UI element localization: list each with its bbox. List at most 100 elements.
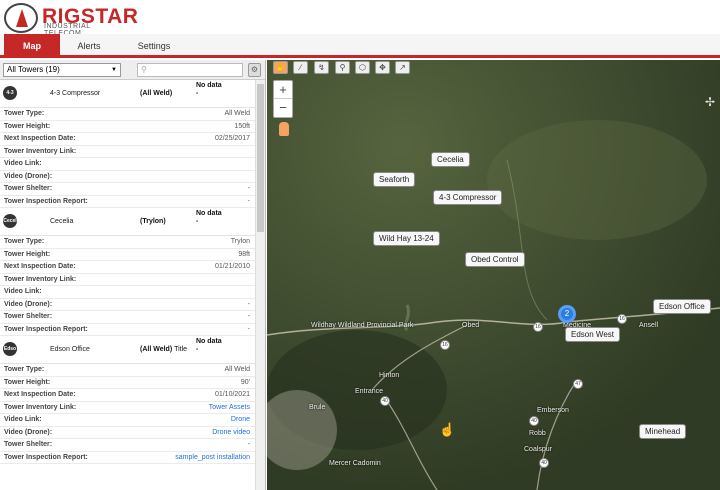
compass-icon: ✢ bbox=[705, 95, 716, 109]
tower-item[interactable]: Cecel Cecelia (Trylon) No data - Tower Ty… bbox=[0, 208, 256, 336]
hand-icon[interactable]: ✋ bbox=[273, 61, 288, 74]
tower-filter-value: All Towers (19) bbox=[7, 65, 60, 74]
place-label: Wildhay Wildland Provincial Park bbox=[311, 322, 414, 329]
status-text: No data bbox=[196, 338, 222, 345]
tower-name: Cecelia bbox=[50, 218, 74, 225]
hand-cursor-icon: ☝ bbox=[439, 422, 456, 437]
tab-map[interactable]: Map bbox=[4, 34, 60, 58]
inspection-report-row: Tower Inspection Report: - bbox=[0, 196, 256, 208]
tower-logo-icon bbox=[4, 3, 38, 33]
tab-settings[interactable]: Settings bbox=[120, 34, 188, 58]
tower-marker-label[interactable]: Edson West bbox=[565, 327, 620, 342]
field-value: 150ft bbox=[234, 122, 250, 130]
highway-shield: 16 bbox=[440, 340, 450, 350]
place-label: Obed bbox=[462, 322, 480, 329]
pegman-icon[interactable] bbox=[279, 122, 289, 136]
status-sub: - bbox=[196, 346, 199, 353]
zoom-in-button[interactable]: + bbox=[274, 81, 292, 99]
field-label: Tower Type: bbox=[4, 238, 45, 245]
field-value: 98ft bbox=[238, 250, 250, 258]
highway-shield: 16 bbox=[533, 322, 543, 332]
inspection-report-row: Tower Inspection Report: - bbox=[0, 324, 256, 336]
field-label: Tower Inspection Report: bbox=[4, 453, 88, 461]
status-text: No data bbox=[196, 210, 222, 217]
tower-assets-link[interactable]: Tower Assets bbox=[209, 404, 250, 411]
tower-icon: 4-3 bbox=[3, 86, 17, 100]
tower-marker-label[interactable]: Edson Office bbox=[653, 299, 711, 314]
field-label: Tower Height: bbox=[4, 378, 51, 386]
tower-icon: Edso bbox=[3, 342, 17, 356]
zoom-out-button[interactable]: − bbox=[274, 99, 292, 117]
field-label: Tower Shelter: bbox=[4, 441, 53, 448]
highway-shield: 40 bbox=[529, 416, 539, 426]
type-badge-text: (All Weld) bbox=[140, 346, 173, 353]
tower-header[interactable]: 4-3 4-3 Compressor (All Weld) No data - bbox=[0, 80, 256, 108]
status-text: No data bbox=[196, 82, 222, 89]
field-value: - bbox=[247, 313, 250, 320]
tower-name: Edson Office bbox=[50, 346, 90, 353]
highway-shield: 40 bbox=[380, 396, 390, 406]
place-label: Robb bbox=[529, 430, 546, 437]
drone-video-link[interactable]: Drone video bbox=[212, 429, 250, 436]
cluster-marker[interactable]: 2 bbox=[558, 305, 576, 323]
drone-link[interactable]: Drone bbox=[231, 416, 250, 423]
polygon-icon[interactable]: ⬡ bbox=[355, 61, 370, 74]
status-badge: No data - bbox=[196, 338, 222, 354]
tower-item[interactable]: Edso Edson Office (All Weld) Title No da… bbox=[0, 336, 256, 464]
filter-toolbar: All Towers (19) ▼ ⚲ ⚙ bbox=[0, 60, 265, 80]
tower-list: 4-3 4-3 Compressor (All Weld) No data - T… bbox=[0, 80, 256, 490]
inspection-report-link[interactable]: sample_post installation bbox=[175, 454, 250, 461]
field-label: Tower Inspection Report: bbox=[4, 197, 88, 205]
field-label: Video Link: bbox=[4, 416, 42, 423]
field-label: Next Inspection Date: bbox=[4, 135, 76, 142]
shelter-row: Tower Shelter: - bbox=[0, 439, 256, 452]
marker-icon[interactable]: ⚲ bbox=[335, 61, 350, 74]
field-label: Tower Inventory Link: bbox=[4, 275, 77, 283]
tower-item[interactable]: 4-3 4-3 Compressor (All Weld) No data - T… bbox=[0, 80, 256, 208]
measure-icon[interactable]: ↯ bbox=[314, 61, 329, 74]
tower-filter-select[interactable]: All Towers (19) ▼ bbox=[3, 63, 121, 77]
ruler-icon[interactable]: ∕ bbox=[293, 61, 308, 74]
inspection-report-row: Tower Inspection Report: sample_post inst… bbox=[0, 452, 256, 464]
brand-logo[interactable]: RIGSTAR INDUSTRIAL TELECOM bbox=[4, 3, 138, 37]
tower-marker-label[interactable]: Wild Hay 13-24 bbox=[373, 231, 440, 246]
highway-shield: 40 bbox=[539, 458, 549, 468]
tower-marker-label[interactable]: Seaforth bbox=[373, 172, 416, 187]
tower-header[interactable]: Cecel Cecelia (Trylon) No data - bbox=[0, 208, 256, 236]
place-label: Mercer Cadomin bbox=[329, 460, 381, 467]
field-label: Next Inspection Date: bbox=[4, 391, 76, 398]
type-extra: Title bbox=[174, 346, 188, 353]
highway-shield: 16 bbox=[617, 314, 627, 324]
scrollbar-thumb[interactable] bbox=[257, 84, 264, 232]
move-icon[interactable]: ✥ bbox=[375, 61, 390, 74]
shelter-row: Tower Shelter: - bbox=[0, 183, 256, 196]
satellite-map[interactable]: ✋ ∕ ↯ ⚲ ⬡ ✥ ↗ + − ✢ Wildhay Wildland Pro… bbox=[267, 60, 720, 490]
field-label: Video Link: bbox=[4, 160, 42, 167]
status-badge: No data - bbox=[196, 210, 222, 226]
field-label: Tower Shelter: bbox=[4, 313, 53, 320]
tower-marker-label[interactable]: Obed Control bbox=[465, 252, 525, 267]
place-label: Hinton bbox=[379, 372, 400, 379]
tower-header[interactable]: Edso Edson Office (All Weld) Title No da… bbox=[0, 336, 256, 364]
video-link-row: Video Link: bbox=[0, 158, 256, 171]
tab-alerts[interactable]: Alerts bbox=[62, 34, 116, 58]
highway-shield: 47 bbox=[573, 379, 583, 389]
video-link-row: Video Link: Drone bbox=[0, 414, 256, 427]
search-input[interactable]: ⚲ bbox=[137, 63, 243, 77]
tower-marker-label[interactable]: Cecelia bbox=[431, 152, 470, 167]
tower-height-row: Tower Height: 150ft bbox=[0, 121, 256, 133]
tower-type-badge: (All Weld) bbox=[140, 90, 173, 97]
field-value: - bbox=[247, 300, 250, 308]
gear-icon[interactable]: ⚙ bbox=[248, 63, 261, 77]
tower-marker-label[interactable]: Minehead bbox=[639, 424, 687, 439]
list-scrollbar[interactable] bbox=[255, 80, 265, 490]
inventory-link-row: Tower Inventory Link: bbox=[0, 274, 256, 286]
export-icon[interactable]: ↗ bbox=[395, 61, 410, 74]
tower-marker-label[interactable]: 4-3 Compressor bbox=[433, 190, 503, 205]
inventory-link-row: Tower Inventory Link: Tower Assets bbox=[0, 402, 256, 414]
field-label: Video (Drone): bbox=[4, 300, 53, 308]
field-label: Video Link: bbox=[4, 288, 42, 295]
place-label: Ansell bbox=[639, 322, 659, 329]
field-label: Next Inspection Date: bbox=[4, 263, 76, 270]
place-label: Brule bbox=[309, 404, 326, 411]
